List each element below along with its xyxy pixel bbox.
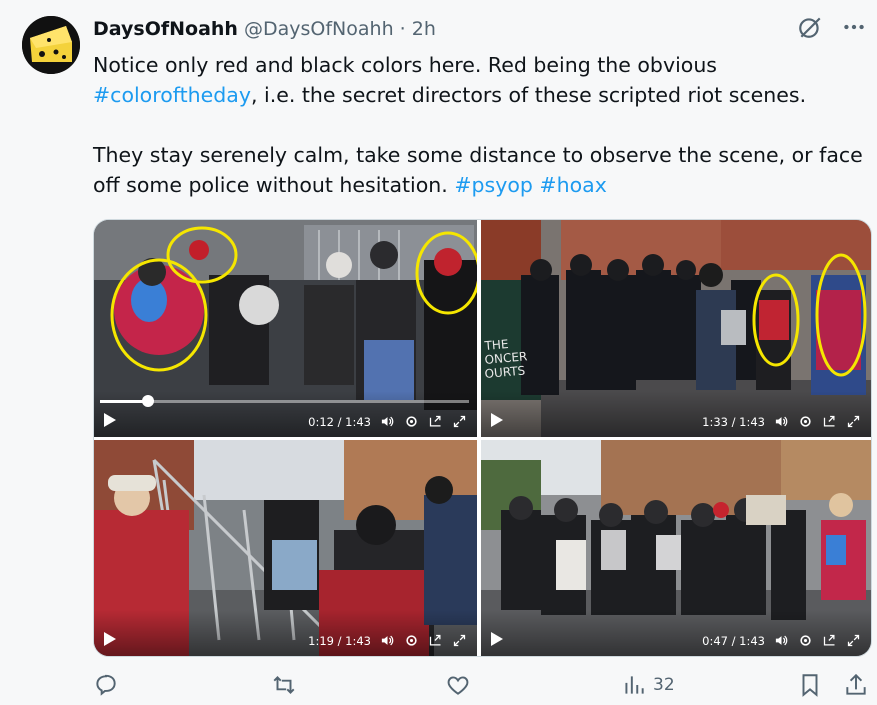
hashtag-link[interactable]: #coloroftheday bbox=[93, 83, 251, 107]
volume-icon[interactable] bbox=[380, 414, 395, 429]
tweet-paragraph-1: Notice only red and black colors here. R… bbox=[93, 50, 863, 110]
media-grid: 0:12 / 1:43 THE ONCER OURTS 1:33 / 1:43 … bbox=[93, 219, 872, 657]
more-icon[interactable] bbox=[841, 14, 867, 40]
video-time: 0:47 / 1:43 bbox=[702, 633, 765, 648]
play-icon[interactable] bbox=[104, 413, 116, 427]
fullscreen-icon[interactable] bbox=[846, 633, 861, 648]
reply-button[interactable] bbox=[93, 672, 119, 698]
pip-icon[interactable] bbox=[428, 633, 443, 648]
video-tile-1[interactable]: 0:12 / 1:43 bbox=[94, 220, 477, 437]
like-icon bbox=[447, 676, 469, 695]
separator-dot: · bbox=[399, 18, 406, 40]
hashtag-link[interactable]: #psyop bbox=[454, 173, 533, 197]
video-tile-4[interactable]: 0:47 / 1:43 bbox=[481, 440, 871, 656]
volume-icon[interactable] bbox=[774, 414, 789, 429]
settings-icon[interactable] bbox=[798, 633, 813, 648]
hashtag-link[interactable]: #hoax bbox=[539, 173, 606, 197]
video-controls-right: 1:33 / 1:43 bbox=[702, 414, 861, 429]
views-count: 32 bbox=[653, 675, 675, 695]
share-button[interactable] bbox=[843, 672, 869, 698]
reply-icon bbox=[96, 674, 116, 696]
video-tile-2[interactable]: THE ONCER OURTS 1:33 / 1:43 bbox=[481, 220, 871, 437]
video-controls-right: 0:47 / 1:43 bbox=[702, 633, 861, 648]
settings-icon[interactable] bbox=[404, 414, 419, 429]
views-icon bbox=[625, 676, 644, 694]
like-button[interactable] bbox=[445, 672, 471, 698]
play-icon[interactable] bbox=[104, 632, 116, 646]
tweet-header: DaysOfNoahh @DaysOfNoahh · 2h bbox=[93, 18, 436, 40]
avatar[interactable] bbox=[22, 16, 80, 74]
pip-icon[interactable] bbox=[822, 414, 837, 429]
settings-icon[interactable] bbox=[798, 414, 813, 429]
bookmark-icon bbox=[802, 674, 818, 697]
fullscreen-icon[interactable] bbox=[452, 414, 467, 429]
fullscreen-icon[interactable] bbox=[846, 414, 861, 429]
timestamp[interactable]: 2h bbox=[412, 18, 436, 40]
progress-fill bbox=[100, 400, 148, 403]
views-button[interactable]: 32 bbox=[621, 672, 675, 698]
tweet-top-icons bbox=[797, 14, 867, 40]
text-line: Notice only red and black colors here. R… bbox=[93, 53, 717, 77]
grok-icon[interactable] bbox=[797, 14, 823, 40]
settings-icon[interactable] bbox=[404, 633, 419, 648]
tweet-actions: 32 bbox=[93, 672, 867, 702]
retweet-icon bbox=[273, 676, 295, 694]
progress-bar[interactable] bbox=[100, 395, 469, 407]
video-controls-right: 0:12 / 1:43 bbox=[308, 414, 467, 429]
video-time: 0:12 / 1:43 bbox=[308, 414, 371, 429]
play-icon[interactable] bbox=[491, 413, 503, 427]
video-time: 1:19 / 1:43 bbox=[308, 633, 371, 648]
retweet-button[interactable] bbox=[271, 672, 297, 698]
video-tile-3[interactable]: 1:19 / 1:43 bbox=[94, 440, 477, 656]
volume-icon[interactable] bbox=[774, 633, 789, 648]
video-controls-right: 1:19 / 1:43 bbox=[308, 633, 467, 648]
tweet-paragraph-2: They stay serenely calm, take some dista… bbox=[93, 140, 863, 200]
video-time: 1:33 / 1:43 bbox=[702, 414, 765, 429]
progress-knob[interactable] bbox=[141, 395, 154, 407]
bookmark-button[interactable] bbox=[797, 672, 823, 698]
share-icon bbox=[846, 673, 866, 695]
pip-icon[interactable] bbox=[822, 633, 837, 648]
play-icon[interactable] bbox=[491, 632, 503, 646]
fullscreen-icon[interactable] bbox=[452, 633, 467, 648]
pip-icon[interactable] bbox=[428, 414, 443, 429]
tweet-text: Notice only red and black colors here. R… bbox=[93, 50, 863, 200]
display-name[interactable]: DaysOfNoahh bbox=[93, 18, 238, 40]
volume-icon[interactable] bbox=[380, 633, 395, 648]
text-line: , i.e. the secret directors of these scr… bbox=[250, 83, 807, 107]
user-handle[interactable]: @DaysOfNoahh bbox=[244, 18, 394, 40]
